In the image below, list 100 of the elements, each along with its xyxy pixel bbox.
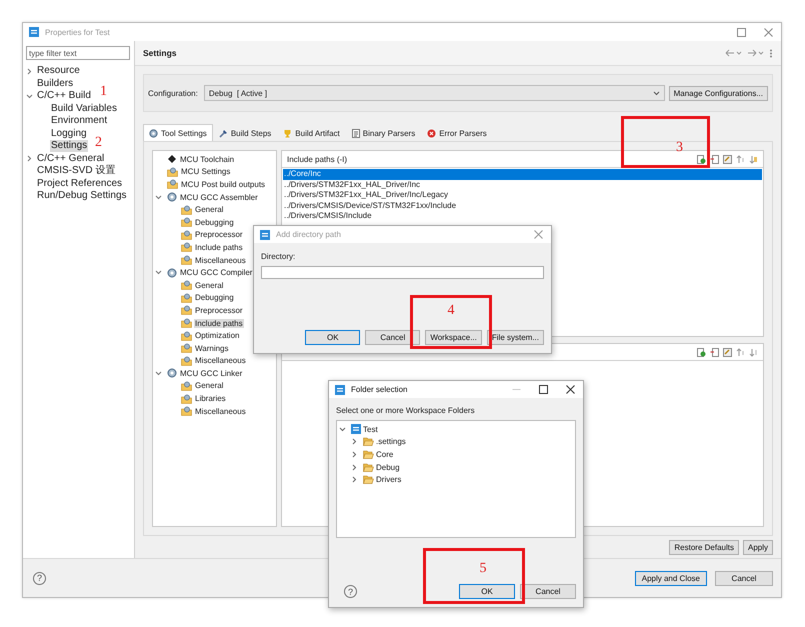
tree-item[interactable]: Core [376,450,394,459]
add-icon[interactable] [697,348,706,356]
tree-item[interactable]: Include paths [194,318,244,328]
callout-number: 1 [100,85,107,99]
add-icon[interactable] [697,154,706,164]
tree-item[interactable]: .settings [376,437,406,446]
tree-item[interactable]: MCU GCC Assembler [179,192,259,202]
maximize-icon[interactable] [539,385,548,394]
tree-item[interactable]: Miscellaneous [194,356,247,366]
tab[interactable]: Error Parsers [421,124,493,141]
nav-item[interactable]: Logging [50,128,88,140]
manage-configurations-button[interactable]: Manage Configurations... [668,86,768,100]
tree-item[interactable]: MCU Post build outputs [180,180,266,189]
nav-item[interactable]: CMSIS-SVD 设置 [36,165,116,178]
filter-field[interactable]: type filter text [26,46,130,60]
tab[interactable]: Build Steps [212,124,278,141]
page-title: Settings [143,48,177,58]
nav-item[interactable]: Builders [36,78,74,90]
edit-icon[interactable] [723,348,732,356]
nav-item[interactable]: Project References [36,178,124,190]
tree-item[interactable]: Optimization [194,331,240,340]
tree-item[interactable]: General [194,381,224,390]
tree-item[interactable]: Miscellaneous [194,406,247,416]
nav-item[interactable]: C/C++ General [36,152,106,165]
forward-icon[interactable] [747,49,765,57]
folder-icon [363,475,374,484]
help-button[interactable]: ? [33,572,46,584]
chevron-down-icon[interactable] [155,194,162,201]
delete-icon[interactable] [710,154,719,164]
folder-gear-icon [181,394,192,404]
view-menu-icon[interactable] [769,48,773,58]
chevron-right-icon[interactable] [26,68,33,75]
tree-item[interactable]: Include paths [194,242,244,252]
folder-gear-icon [181,406,192,416]
chevron-right-icon[interactable] [26,155,33,162]
tree-item[interactable]: MCU GCC Linker [179,368,244,378]
prompt-text: Select one or more Workspace Folders [336,406,476,415]
tree-item[interactable]: MCU Settings [180,167,232,176]
edit-icon[interactable] [723,154,732,164]
nav-item[interactable]: C/C++ Build [36,90,92,102]
include-path-item[interactable]: ../Drivers/STM32F1xx_HAL_Driver/Inc/Legacy [283,190,762,200]
chevron-down-icon[interactable] [155,370,162,377]
tab[interactable]: Tool Settings [143,124,213,141]
directory-field[interactable] [261,266,544,279]
help-button[interactable]: ? [344,585,357,598]
tab[interactable]: Binary Parsers [346,124,422,141]
include-path-item[interactable]: ../Drivers/CMSIS/Include [283,211,762,222]
folder-gear-icon [181,292,192,303]
tree-item[interactable]: MCU Toolchain [179,154,236,164]
tree-item[interactable]: Preprocessor [194,306,244,315]
dialog-button[interactable]: OK [305,330,360,345]
nav-item[interactable]: Run/Debug Settings [36,190,128,202]
tree-item[interactable]: Warnings [194,344,230,353]
tree-item[interactable]: General [194,205,224,214]
tree-item[interactable]: Test [363,424,378,434]
tree-item[interactable]: Libraries [194,394,227,404]
tree-item[interactable]: Debug [376,462,400,472]
folder-icon [363,450,374,459]
chevron-down-icon[interactable] [26,92,33,100]
delete-icon[interactable] [710,348,719,356]
include-path-item[interactable]: ../Drivers/CMSIS/Device/ST/STM32F1xx/Include [283,200,762,211]
tree-item[interactable]: Preprocessor [194,230,244,240]
tree-item[interactable]: MCU GCC Compiler [179,268,254,278]
dialog-button[interactable]: Cancel [715,570,773,586]
dialog-button[interactable]: OK [459,584,515,599]
chevron-right-icon[interactable] [351,464,358,471]
move-down-icon[interactable] [749,348,758,356]
include-path-item[interactable]: ../Core/Inc [283,169,762,180]
chevron-right-icon[interactable] [351,438,358,446]
tree-item[interactable]: Miscellaneous [194,256,247,265]
tree-item[interactable]: Debugging [194,218,235,227]
tab[interactable]: Build Artifact [277,124,346,141]
back-icon[interactable] [725,49,743,57]
close-icon[interactable] [566,385,575,394]
dialog-button[interactable]: File system... [486,330,544,345]
callout-number: 5 [480,562,486,576]
move-down-icon[interactable] [749,154,758,164]
nav-item[interactable]: Environment [50,115,108,128]
move-up-icon[interactable] [736,348,745,356]
dialog-button[interactable]: Cancel [520,584,576,599]
tree-item[interactable]: General [194,280,224,290]
project-icon [351,424,361,434]
configuration-label: Configuration: [148,88,198,98]
page-button[interactable]: Apply [742,540,773,555]
nav-item[interactable]: Resource [36,65,81,78]
page-button[interactable]: Restore Defaults [669,540,739,555]
chevron-down-icon[interactable] [339,426,346,433]
dialog-button[interactable]: Cancel [365,330,420,345]
chevron-down-icon[interactable] [155,269,162,276]
tree-item[interactable]: Drivers [376,475,402,484]
configuration-dropdown[interactable]: Debug [ Active ] [204,85,665,101]
nav-item[interactable]: Settings [50,140,88,152]
nav-item[interactable]: Build Variables [50,102,118,115]
include-path-item[interactable]: ../Drivers/STM32F1xx_HAL_Driver/Inc [283,180,762,190]
dialog-button[interactable]: Apply and Close [634,570,707,586]
dialog-button[interactable]: Workspace... [425,330,482,345]
tree-item[interactable]: Debugging [194,293,235,302]
move-up-icon[interactable] [736,154,745,164]
chevron-right-icon[interactable] [351,476,358,484]
chevron-right-icon[interactable] [351,450,358,458]
